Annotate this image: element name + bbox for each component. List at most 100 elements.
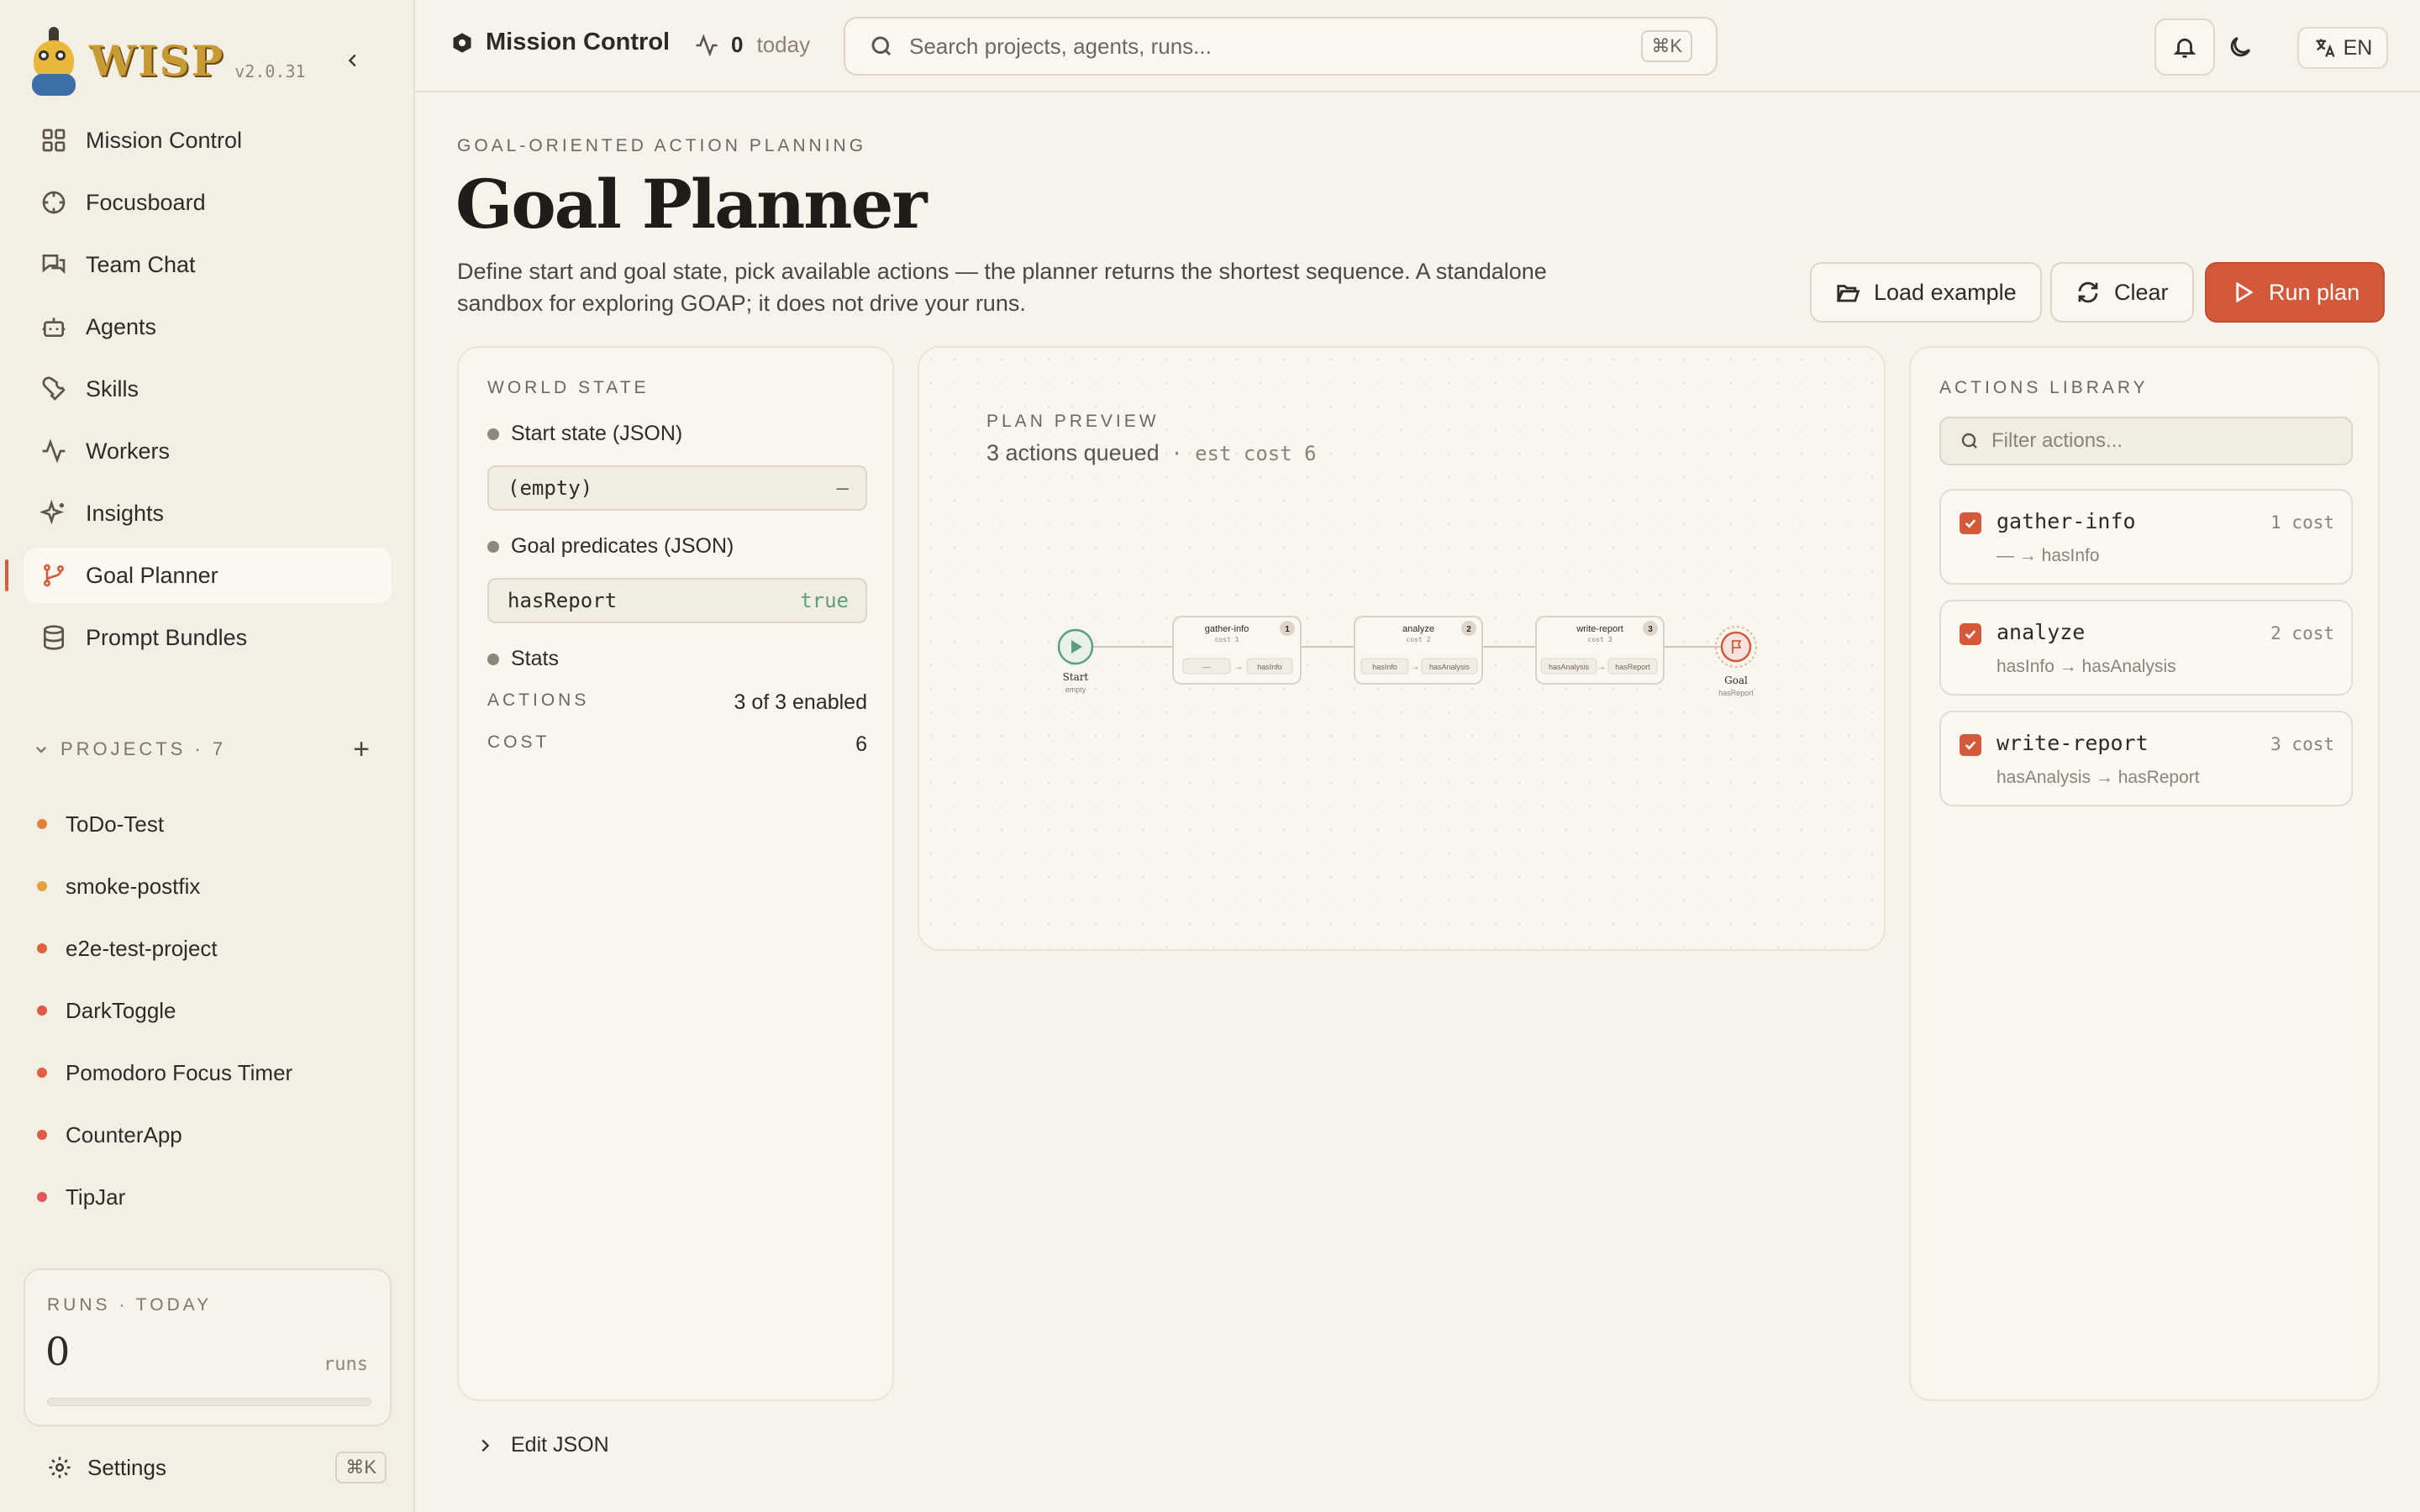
app-version: v2.0.31: [234, 61, 306, 81]
arrow-right-icon: →: [1234, 663, 1243, 672]
stat-actions-key: ACTIONS: [487, 690, 590, 710]
nav-label: Goal Planner: [86, 562, 218, 588]
start-node[interactable]: Start empty: [1057, 628, 1094, 694]
global-search[interactable]: ⌘K: [844, 17, 1718, 76]
clear-button[interactable]: Clear: [2050, 262, 2194, 323]
plan-flow-diagram: Start empty gather-info cost 1 1 — → has…: [1057, 616, 1757, 697]
action-cost: 3 cost: [2270, 734, 2334, 754]
plan-step[interactable]: gather-info cost 1 1 — → hasInfo: [1172, 616, 1302, 685]
run-plan-button[interactable]: Run plan: [2205, 262, 2386, 323]
projects-header[interactable]: PROJECTS · 7 +: [34, 733, 370, 766]
chevron-down-icon: [35, 746, 47, 753]
stat-actions: ACTIONS 3 of 3 enabled: [487, 690, 867, 715]
moon-icon: [2230, 36, 2251, 57]
goal-predicates-label: Goal predicates (JSON): [487, 534, 734, 559]
activity-icon: [42, 438, 66, 464]
topbar-title-label: Mission Control: [486, 29, 671, 55]
filter-actions[interactable]: [1939, 417, 2353, 465]
bot-icon: [42, 318, 66, 337]
edit-json-toggle[interactable]: Edit JSON: [476, 1433, 609, 1457]
language-selector[interactable]: EN: [2297, 27, 2388, 69]
action-checkbox[interactable]: [1960, 512, 1981, 534]
stats-label: Stats: [487, 647, 559, 671]
bell-icon: [2173, 38, 2196, 58]
target-icon: [42, 191, 66, 214]
filter-actions-input[interactable]: [1991, 429, 2344, 453]
settings-label: Settings: [87, 1454, 166, 1480]
nav-item-goal-planner[interactable]: Goal Planner: [5, 548, 392, 603]
action-card[interactable]: write-report 3 cost hasAnalysis → hasRep…: [1939, 711, 2353, 806]
plan-summary: 3 actions queued · est cost 6: [986, 440, 1317, 466]
topbar-title[interactable]: Mission Control: [450, 29, 670, 56]
start-state-field[interactable]: (empty) —: [487, 465, 867, 511]
nav-item-workers[interactable]: Workers: [24, 423, 392, 479]
runs-count: 0: [45, 1329, 71, 1374]
brand[interactable]: WISP v2.0.31: [29, 25, 306, 96]
nav-item-skills[interactable]: Skills: [24, 361, 392, 417]
step-number: 3: [1648, 625, 1653, 634]
status-dot: [37, 819, 47, 829]
stat-actions-value: 3 of 3 enabled: [734, 690, 867, 714]
step-name: analyze: [1402, 624, 1434, 634]
project-item[interactable]: e2e-test-project: [37, 917, 390, 979]
today-count: 0: [731, 32, 744, 57]
nav-item-focusboard[interactable]: Focusboard: [24, 175, 392, 230]
plan-step[interactable]: analyze cost 2 2 hasInfo → hasAnalysis: [1354, 616, 1483, 685]
check-icon: [1965, 630, 1976, 639]
action-effect: — → hasInfo: [1996, 546, 2100, 565]
action-name: write-report: [1996, 731, 2149, 755]
settings-shortcut: ⌘K: [335, 1452, 387, 1483]
plan-step[interactable]: write-report cost 3 3 hasAnalysis → hasR…: [1535, 616, 1665, 685]
goal-key: hasReport: [508, 589, 618, 612]
add-project-button[interactable]: +: [353, 733, 370, 766]
action-cost: 1 cost: [2270, 512, 2334, 533]
status-dot: [37, 1192, 47, 1202]
nav-item-agents[interactable]: Agents: [24, 299, 392, 354]
collapse-sidebar-button[interactable]: [336, 44, 370, 77]
stat-cost-value: 6: [855, 732, 867, 756]
notifications-button[interactable]: [2154, 18, 2215, 76]
step-pre: hasInfo: [1372, 663, 1397, 671]
stat-cost: COST 6: [487, 732, 867, 757]
nav-item-insights[interactable]: Insights: [24, 486, 392, 541]
project-item[interactable]: TipJar: [37, 1166, 390, 1228]
start-state-suffix: —: [836, 476, 849, 500]
status-dot: [37, 1130, 47, 1140]
nav-item-team-chat[interactable]: Team Chat: [24, 237, 392, 292]
project-item[interactable]: ToDo-Test: [37, 793, 390, 855]
project-label: TipJar: [66, 1184, 126, 1210]
goal-predicates-field[interactable]: hasReport true: [487, 578, 867, 623]
action-name: analyze: [1996, 620, 2086, 644]
goal-node[interactable]: Goal hasReport: [1715, 626, 1757, 697]
activity-icon: [696, 33, 718, 57]
start-node-label: Start: [1063, 671, 1089, 683]
check-icon: [1965, 519, 1976, 528]
action-checkbox[interactable]: [1960, 623, 1981, 645]
project-item[interactable]: Pomodoro Focus Timer: [37, 1042, 390, 1104]
check-icon: [1965, 741, 1976, 750]
project-item[interactable]: CounterApp: [37, 1104, 390, 1166]
load-example-button[interactable]: Load example: [1810, 262, 2042, 323]
page-eyebrow: GOAL-ORIENTED ACTION PLANNING: [457, 136, 867, 155]
stat-cost-key: COST: [487, 732, 550, 752]
status-dot: [37, 1005, 47, 1016]
settings-button[interactable]: Settings ⌘K: [47, 1446, 387, 1488]
search-icon: [871, 36, 892, 56]
action-card[interactable]: analyze 2 cost hasInfo → hasAnalysis: [1939, 600, 2353, 696]
projects-title: PROJECTS · 7: [60, 738, 227, 759]
action-card[interactable]: gather-info 1 cost — → hasInfo: [1939, 489, 2353, 585]
action-checkbox[interactable]: [1960, 734, 1981, 756]
project-item[interactable]: DarkToggle: [37, 979, 390, 1042]
database-icon: [44, 625, 64, 650]
goal-predicates-text: Goal predicates (JSON): [511, 534, 734, 558]
nav-item-prompt-bundles[interactable]: Prompt Bundles: [24, 610, 392, 665]
wrench-icon: [42, 376, 66, 401]
runs-label: RUNS · TODAY: [47, 1295, 213, 1315]
search-input[interactable]: [909, 33, 1615, 60]
theme-toggle[interactable]: [2223, 30, 2257, 64]
run-plan-label: Run plan: [2269, 279, 2360, 305]
nav-label: Insights: [86, 500, 165, 526]
step-name: gather-info: [1205, 624, 1249, 634]
project-item[interactable]: smoke-postfix: [37, 855, 390, 917]
nav-item-mission-control[interactable]: Mission Control: [24, 113, 392, 168]
